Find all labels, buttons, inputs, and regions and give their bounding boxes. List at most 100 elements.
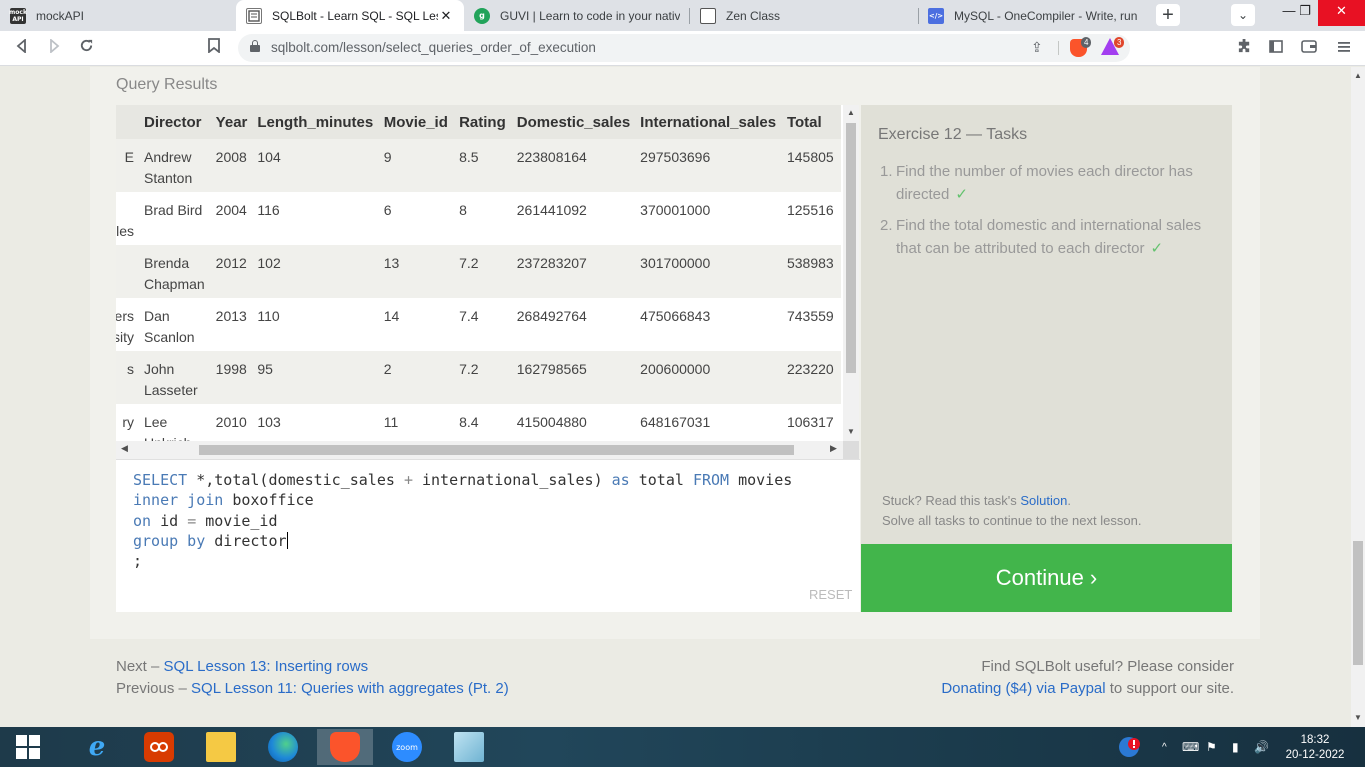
- scroll-right-arrow-icon[interactable]: ▶: [830, 443, 837, 454]
- results-vertical-scrollbar[interactable]: ▲ ▼: [843, 105, 859, 441]
- brave-taskbar-button[interactable]: [317, 729, 373, 765]
- page-scrollbar[interactable]: ▲ ▼: [1351, 67, 1365, 727]
- new-tab-button[interactable]: +: [1156, 4, 1180, 26]
- query-results-table: Director Year Length_minutes Movie_id Ra…: [116, 105, 859, 459]
- column-header: International_sales: [635, 105, 782, 139]
- file-explorer-button[interactable]: [193, 729, 249, 765]
- internet-explorer-icon: e: [88, 732, 106, 762]
- notepad-button[interactable]: [441, 729, 497, 765]
- volume-icon[interactable]: 🔊: [1254, 727, 1269, 767]
- task-text: Find the number of movies each director …: [896, 163, 1193, 203]
- lesson-footer: Next – SQL Lesson 13: Inserting rows Pre…: [90, 639, 1260, 727]
- scroll-down-arrow-icon[interactable]: ▼: [843, 427, 859, 436]
- tab-title: SQLBolt - Learn SQL - SQL Lesson: [272, 8, 438, 23]
- battery-icon[interactable]: ▮: [1232, 727, 1239, 767]
- office-button[interactable]: [131, 729, 187, 765]
- scrollbar-thumb[interactable]: [199, 445, 794, 455]
- tasks-panel: Exercise 12 — Tasks 1. Find the number o…: [861, 105, 1232, 544]
- table-row: ers sity Dan Scanlon 2013 110 14 7.4 268…: [116, 298, 841, 351]
- column-header: Year: [210, 105, 253, 139]
- check-icon: ✓: [1150, 240, 1164, 257]
- task-number: 1.: [880, 163, 893, 180]
- sqlbolt-favicon-icon: [246, 7, 262, 24]
- check-icon: ✓: [955, 186, 968, 203]
- results-horizontal-scrollbar[interactable]: ◀ ▶: [116, 441, 843, 459]
- tab-onecompiler[interactable]: </> MySQL - OneCompiler - Write, run and…: [918, 0, 1150, 31]
- sql-keyword: inner join: [133, 491, 224, 510]
- zoom-button[interactable]: zoom: [379, 729, 435, 765]
- internet-explorer-button[interactable]: e: [69, 729, 125, 765]
- tab-zen-class[interactable]: Zen Class: [690, 0, 918, 31]
- donate-link[interactable]: Donating ($4) via Paypal: [941, 680, 1105, 697]
- forward-icon[interactable]: [41, 35, 67, 61]
- table-cell: 7.4: [454, 298, 512, 351]
- table-cell: 102: [252, 245, 379, 298]
- page-scroll-down-icon[interactable]: ▼: [1351, 713, 1365, 722]
- bookmark-icon[interactable]: [201, 35, 227, 61]
- start-button[interactable]: [0, 729, 56, 765]
- table-cell: 301700000: [635, 245, 782, 298]
- table-cell: 297503696: [635, 139, 782, 192]
- address-bar[interactable]: sqlbolt.com/lesson/select_queries_order_…: [238, 34, 1130, 62]
- table-cell: 2004: [210, 192, 253, 245]
- sql-code[interactable]: SELECT *,total(domestic_sales + internat…: [133, 470, 792, 571]
- scroll-left-arrow-icon[interactable]: ◀: [121, 443, 128, 454]
- wallet-icon[interactable]: [1296, 35, 1322, 61]
- browser-toolbar: sqlbolt.com/lesson/select_queries_order_…: [0, 31, 1365, 66]
- menu-icon[interactable]: [1331, 35, 1357, 61]
- sidebar-icon[interactable]: [1263, 35, 1289, 61]
- sql-keyword: group by: [133, 531, 206, 550]
- sql-text: movies: [729, 471, 793, 489]
- scroll-up-arrow-icon[interactable]: ▲: [843, 108, 859, 117]
- restore-button[interactable]: ❐: [1288, 0, 1322, 26]
- column-header: Movie_id: [378, 105, 455, 139]
- omnibox-divider: [1058, 41, 1059, 55]
- flag-icon[interactable]: ⚑: [1206, 727, 1217, 767]
- share-icon[interactable]: ⇪: [1031, 39, 1043, 56]
- table-cell: 2013: [210, 298, 253, 351]
- mockapi-favicon-icon: mock API: [9, 7, 27, 24]
- sql-text: ;: [133, 552, 143, 571]
- table-cell: 1998: [210, 351, 253, 404]
- brave-icon: [330, 732, 360, 762]
- tasks-title: Exercise 12 — Tasks: [878, 126, 1028, 143]
- table-cell: 475066843: [635, 298, 782, 351]
- reset-button[interactable]: RESET: [809, 587, 852, 602]
- tab-title: MySQL - OneCompiler - Write, run and sha…: [954, 8, 1140, 23]
- extensions-icon[interactable]: [1231, 35, 1257, 61]
- results-table: Director Year Length_minutes Movie_id Ra…: [116, 105, 841, 457]
- edge-button[interactable]: [255, 729, 311, 765]
- close-tab-icon[interactable]: ✕: [438, 8, 454, 24]
- show-hidden-icons[interactable]: ^: [1162, 727, 1167, 767]
- sql-editor[interactable]: SELECT *,total(domestic_sales + internat…: [116, 459, 860, 612]
- table-cell: 237283207: [511, 245, 636, 298]
- zen-class-favicon-icon: [700, 7, 716, 24]
- tab-search-button[interactable]: ⌄: [1231, 4, 1255, 26]
- tab-sqlbolt[interactable]: SQLBolt - Learn SQL - SQL Lesson ✕: [236, 0, 464, 31]
- alert-tray-icon[interactable]: [1118, 727, 1142, 767]
- close-window-button[interactable]: ✕: [1318, 0, 1365, 26]
- table-header-row: Director Year Length_minutes Movie_id Ra…: [116, 105, 841, 139]
- previous-lesson-link[interactable]: SQL Lesson 11: Queries with aggregates (…: [191, 680, 509, 697]
- guvi-favicon-icon: g: [474, 7, 490, 24]
- table-cell: 14: [378, 298, 455, 351]
- column-header: Total: [781, 105, 841, 139]
- tab-guvi[interactable]: g GUVI | Learn to code in your native la…: [464, 0, 690, 31]
- table-cell: 200600000: [635, 351, 782, 404]
- scroll-corner: [843, 441, 859, 459]
- column-header: [116, 105, 139, 139]
- next-lesson-link[interactable]: SQL Lesson 13: Inserting rows: [164, 658, 369, 675]
- continue-button[interactable]: Continue ›: [861, 544, 1232, 612]
- solution-link[interactable]: Solution: [1020, 493, 1067, 508]
- table-cell: 7.2: [454, 245, 512, 298]
- system-clock[interactable]: 18:32 20-12-2022: [1282, 733, 1348, 763]
- tab-mockapi[interactable]: mock API mockAPI: [0, 0, 236, 31]
- page-scroll-up-icon[interactable]: ▲: [1351, 71, 1365, 80]
- reload-icon[interactable]: [73, 35, 99, 61]
- page-scrollbar-thumb[interactable]: [1353, 541, 1363, 665]
- back-icon[interactable]: [9, 35, 35, 61]
- scrollbar-thumb[interactable]: [846, 123, 856, 373]
- table-cell: 261441092: [511, 192, 636, 245]
- network-icon[interactable]: ⌨: [1182, 727, 1199, 767]
- table-cell: 95: [252, 351, 379, 404]
